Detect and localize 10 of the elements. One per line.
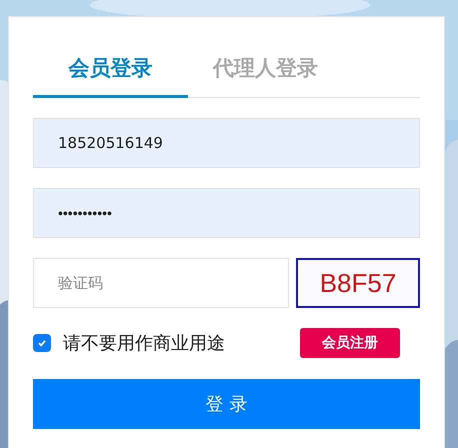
- checkbox[interactable]: [33, 334, 51, 352]
- login-tab[interactable]: 会员登录: [33, 40, 188, 98]
- phone-field[interactable]: 18520516149: [33, 118, 420, 168]
- captcha-image[interactable]: B8F57: [296, 258, 420, 308]
- login-button[interactable]: 登 录: [33, 379, 420, 429]
- captcha-field[interactable]: 验证码: [33, 258, 289, 308]
- password-field[interactable]: •••••••••••: [33, 188, 420, 238]
- register-button[interactable]: 会员注册: [300, 328, 400, 358]
- check-icon: [37, 338, 47, 348]
- agreement-label: 请不要用作商业用途: [63, 332, 225, 355]
